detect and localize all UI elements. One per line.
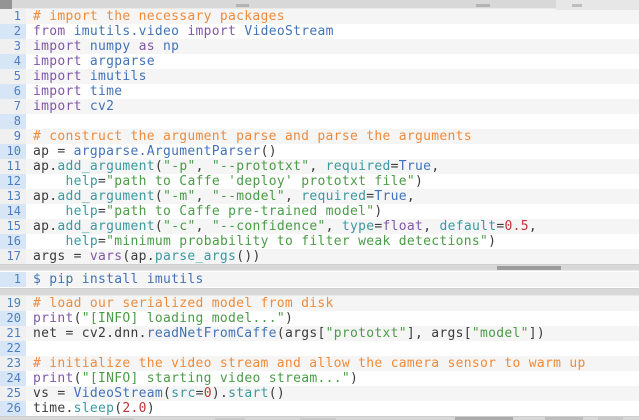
code-line: 16 help="minimum probability to filter w…: [0, 234, 639, 249]
line-number: 22: [0, 341, 26, 356]
line-number: 4: [0, 54, 26, 69]
code-block-load-model: 19# load our serialized model from disk2…: [0, 295, 639, 417]
line-number: 24: [0, 371, 26, 386]
horizontal-scrollbar-thumb[interactable]: [497, 266, 561, 270]
code-text: # load our serialized model from disk: [26, 296, 334, 311]
line-number: 19: [0, 296, 26, 311]
code-text: print("[INFO] loading model..."): [26, 311, 293, 326]
code-text: # initialize the video stream and allow …: [26, 356, 586, 371]
line-number: 14: [0, 204, 26, 219]
code-line: 10ap = argparse.ArgumentParser(): [0, 144, 639, 159]
line-number: 12: [0, 174, 26, 189]
code-line: 1$ pip install imutils: [0, 272, 639, 287]
code-line: 12 help="path to Caffe 'deploy' prototxt…: [0, 174, 639, 189]
scrollbar-track-fragment[interactable]: [556, 0, 639, 10]
code-text: # import the necessary packages: [26, 9, 285, 24]
code-line: 23# initialize the video stream and allo…: [0, 356, 639, 371]
code-text: import imutils: [26, 69, 147, 84]
code-line: 5import imutils: [0, 69, 639, 84]
code-text: vs = VideoStream(src=0).start(): [26, 386, 285, 401]
block-separator: [0, 265, 639, 270]
code-text: import time: [26, 84, 122, 99]
code-text: ap.add_argument("-m", "--model", require…: [26, 189, 415, 204]
line-number: 11: [0, 159, 26, 174]
code-line: 3import numpy as np: [0, 39, 639, 54]
code-line: 9# construct the argument parse and pars…: [0, 129, 639, 144]
window-corner-fragment: [0, 0, 12, 9]
code-text: net = cv2.dnn.readNetFromCaffe(args["pro…: [26, 326, 545, 341]
line-number: 23: [0, 356, 26, 371]
code-text: import argparse: [26, 54, 155, 69]
code-line: 13ap.add_argument("-m", "--model", requi…: [0, 189, 639, 204]
code-text: time.sleep(2.0): [26, 401, 155, 416]
code-text: import numpy as np: [26, 39, 179, 54]
code-line: 21net = cv2.dnn.readNetFromCaffe(args["p…: [0, 326, 639, 341]
code-text: # construct the argument parse and parse…: [26, 129, 472, 144]
code-text: [26, 341, 33, 356]
code-line: 14 help="path to Caffe pre-trained model…: [0, 204, 639, 219]
code-block-imports-and-args: 1# import the necessary packages2from im…: [0, 8, 639, 265]
line-number: 13: [0, 189, 26, 204]
line-number: 3: [0, 39, 26, 54]
code-text: ap.add_argument("-p", "--prototxt", requ…: [26, 159, 439, 174]
toolbar-fragment: [476, 4, 490, 7]
line-number: 15: [0, 219, 26, 234]
code-text: print("[INFO] starting video stream..."): [26, 371, 358, 386]
code-line: 8: [0, 114, 639, 129]
code-line: 20print("[INFO] loading model..."): [0, 311, 639, 326]
line-number: 1: [0, 272, 26, 287]
line-number: 25: [0, 386, 26, 401]
line-number: 2: [0, 24, 26, 39]
code-line: 11ap.add_argument("-p", "--prototxt", re…: [0, 159, 639, 174]
line-number: 5: [0, 69, 26, 84]
code-text: help="path to Caffe 'deploy' prototxt fi…: [26, 174, 423, 189]
line-number: 10: [0, 144, 26, 159]
code-line: 15ap.add_argument("-c", "--confidence", …: [0, 219, 639, 234]
code-line: 1# import the necessary packages: [0, 9, 639, 24]
code-line: 4import argparse: [0, 54, 639, 69]
code-text: [26, 114, 33, 129]
line-number: 9: [0, 129, 26, 144]
code-text: from imutils.video import VideoStream: [26, 24, 334, 39]
code-line: 24print("[INFO] starting video stream...…: [0, 371, 639, 386]
top-chrome-strip: [0, 0, 639, 8]
code-text: ap = argparse.ArgumentParser(): [26, 144, 277, 159]
code-line: 6import time: [0, 84, 639, 99]
code-text: help="path to Caffe pre-trained model"): [26, 204, 383, 219]
code-line: 2from imutils.video import VideoStream: [0, 24, 639, 39]
line-number: 8: [0, 114, 26, 129]
line-number: 17: [0, 249, 26, 264]
code-line: 26time.sleep(2.0): [0, 401, 639, 416]
code-line: 7import cv2: [0, 99, 639, 114]
toolbar-fragment: [236, 4, 249, 7]
code-editor-screenshot: 1# import the necessary packages2from im…: [0, 0, 639, 420]
code-text: args = vars(ap.parse_args()): [26, 249, 261, 264]
code-text: ap.add_argument("-c", "--confidence", ty…: [26, 219, 537, 234]
line-number: 7: [0, 99, 26, 114]
code-line: 19# load our serialized model from disk: [0, 296, 639, 311]
code-line: 17args = vars(ap.parse_args()): [0, 249, 639, 264]
code-block-pip-install: 1$ pip install imutils: [0, 270, 639, 289]
code-text: help="minimum probability to filter weak…: [26, 234, 496, 249]
code-text: $ pip install imutils: [26, 272, 204, 287]
code-text: import cv2: [26, 99, 114, 114]
code-line: 25vs = VideoStream(src=0).start(): [0, 386, 639, 401]
code-line: 22: [0, 341, 639, 356]
block-separator: [0, 289, 639, 295]
toolbar-fragment: [572, 4, 582, 7]
line-number: 21: [0, 326, 26, 341]
line-number: 20: [0, 311, 26, 326]
line-number: 16: [0, 234, 26, 249]
line-number: 6: [0, 84, 26, 99]
line-number: 1: [0, 9, 26, 24]
line-number: 26: [0, 401, 26, 416]
